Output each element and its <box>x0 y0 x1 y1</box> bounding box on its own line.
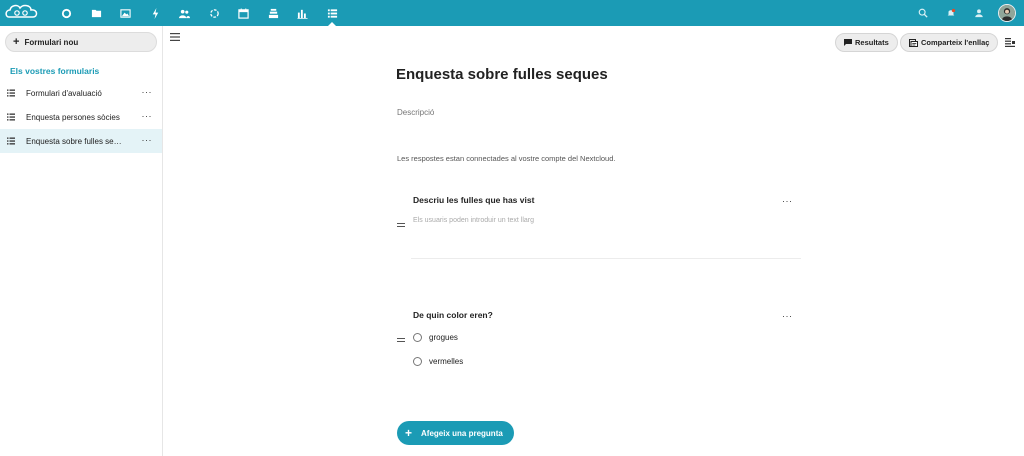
clipboard-icon <box>909 38 918 47</box>
form-title[interactable]: Enquesta sobre fulles seques <box>396 66 608 83</box>
dashboard-icon[interactable] <box>52 0 82 26</box>
sidebar-item-label: Enquesta persones sòcies <box>26 112 120 122</box>
photos-icon[interactable] <box>111 0 141 26</box>
results-label: Resultats <box>855 38 889 47</box>
more-actions-icon[interactable]: ··· <box>142 112 153 121</box>
files-icon[interactable] <box>82 0 112 26</box>
answer-option[interactable]: grogues <box>413 333 458 342</box>
list-icon <box>7 113 15 121</box>
question-title[interactable]: De quin color eren? <box>413 310 493 320</box>
sidebar-item-form[interactable]: Formulari d'avaluació ··· <box>0 81 162 105</box>
sidebar-item-label: Formulari d'avaluació <box>26 88 102 98</box>
list-icon <box>7 137 15 145</box>
top-bar <box>0 0 1024 27</box>
more-actions-icon[interactable]: ··· <box>142 88 153 97</box>
forms-caption: Els vostres formularis <box>10 66 100 76</box>
radio-button[interactable] <box>413 357 422 366</box>
question-more-icon[interactable]: ··· <box>782 196 793 206</box>
question-title[interactable]: Descriu les fulles que has vist <box>413 195 534 205</box>
radio-button[interactable] <box>413 333 422 342</box>
forms-icon[interactable] <box>318 0 348 27</box>
list-icon <box>7 89 15 97</box>
sidebar-toggle-icon[interactable] <box>1005 38 1015 47</box>
contacts-icon[interactable] <box>170 0 200 26</box>
add-question-label: Afegeix una pregunta <box>421 428 503 438</box>
calendar-icon[interactable] <box>229 0 259 26</box>
answer-underline <box>411 258 801 259</box>
nextcloud-logo-icon[interactable] <box>5 3 39 23</box>
share-link-button[interactable]: Comparteix l'enllaç <box>900 33 999 52</box>
deck-icon[interactable] <box>259 0 289 26</box>
new-form-label: Formulari nou <box>24 37 79 47</box>
drag-handle-icon[interactable] <box>397 223 405 227</box>
notifications-icon[interactable] <box>937 0 965 26</box>
analytics-icon[interactable] <box>288 0 318 26</box>
search-icon[interactable] <box>909 0 937 26</box>
option-label: grogues <box>429 333 458 342</box>
long-text-placeholder[interactable]: Els usuaris poden introduir un text llar… <box>413 217 534 224</box>
circles-icon[interactable] <box>200 0 230 26</box>
comment-icon <box>844 39 852 46</box>
sidebar-item-form[interactable]: Enquesta persones sòcies ··· <box>0 105 162 129</box>
sidebar-item-form-active[interactable]: Enquesta sobre fulles se… ··· <box>0 129 162 153</box>
answer-option[interactable]: vermelles <box>413 357 463 366</box>
results-button[interactable]: Resultats <box>835 33 898 52</box>
avatar[interactable] <box>998 4 1016 22</box>
new-form-button[interactable]: + Formulari nou <box>5 32 157 52</box>
add-question-button[interactable]: + Afegeix una pregunta <box>397 421 514 445</box>
plus-icon: + <box>405 426 413 440</box>
more-actions-icon[interactable]: ··· <box>142 136 153 145</box>
plus-icon: + <box>13 35 20 48</box>
account-notice: Les respostes estan connectades al vostr… <box>397 154 616 163</box>
sidebar-item-label: Enquesta sobre fulles se… <box>26 136 122 146</box>
activity-icon[interactable] <box>141 0 171 26</box>
hamburger-menu-icon[interactable] <box>170 33 180 41</box>
share-link-label: Comparteix l'enllaç <box>921 38 990 47</box>
contacts-menu-icon[interactable] <box>965 0 993 26</box>
app-navigation: + Formulari nou Els vostres formularis F… <box>0 26 163 456</box>
option-label: vermelles <box>429 357 464 366</box>
drag-handle-icon[interactable] <box>397 338 405 342</box>
form-description-field[interactable]: Descripció <box>397 108 434 117</box>
question-more-icon[interactable]: ··· <box>782 311 793 321</box>
